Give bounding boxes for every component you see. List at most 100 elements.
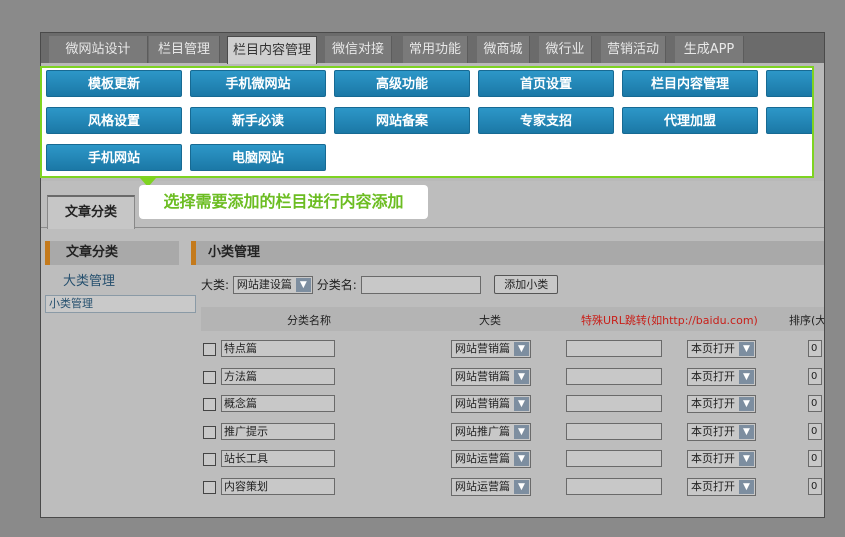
menu-btn-advanced[interactable]: 高级功能 xyxy=(334,70,470,97)
row-open-value: 本页打开 xyxy=(691,369,735,383)
subtab-article-category[interactable]: 文章分类 xyxy=(47,195,135,229)
panel-title: 小类管理 xyxy=(191,241,824,265)
row-url-input[interactable] xyxy=(566,477,662,495)
row-category-value: 网站推广篇 xyxy=(455,424,510,438)
menu-btn-truncated-2[interactable]: 第 xyxy=(766,107,812,134)
row-name-input[interactable]: 站长工具 xyxy=(221,450,335,467)
category-select-value: 网站建设篇 xyxy=(236,277,292,291)
table-body: 特点篇 网站营销篇 ▼ 本页打开 ▼ 0 方法篇 网站营销篇 ▼ 本页打开 ▼ 0 概念 xyxy=(201,335,824,500)
row-name-input[interactable]: 推广提示 xyxy=(221,422,335,440)
category-label: 大类: xyxy=(201,278,230,292)
row-category-select[interactable]: 网站运营篇 ▼ xyxy=(451,477,531,496)
add-subcategory-button[interactable]: 添加小类 xyxy=(494,275,559,294)
row-name-input[interactable]: 概念篇 xyxy=(221,395,335,412)
tab-marketing[interactable]: 营销活动 xyxy=(601,36,666,63)
row-url-input[interactable] xyxy=(566,340,662,357)
sidebar-item-minor[interactable]: 小类管理 xyxy=(45,295,196,313)
col-header-category: 大类 xyxy=(479,314,501,327)
subname-input[interactable] xyxy=(360,275,481,294)
row-open-select[interactable]: 本页打开 ▼ xyxy=(687,477,756,496)
row-open-select[interactable]: 本页打开 ▼ xyxy=(687,395,756,413)
row-sort-input[interactable]: 0 xyxy=(808,367,822,385)
col-header-sort: 排序(大 xyxy=(789,314,825,327)
chevron-down-icon: ▼ xyxy=(739,479,754,494)
menu-btn-pc-site[interactable]: 电脑网站 xyxy=(190,144,326,171)
top-nav: 微网站设计 栏目管理 栏目内容管理 微信对接 常用功能 微商城 微行业 营销活动… xyxy=(41,33,824,64)
chevron-down-icon: ▼ xyxy=(739,452,754,466)
tab-wap-design[interactable]: 微网站设计 xyxy=(49,36,148,63)
row-open-select[interactable]: 本页打开 ▼ xyxy=(687,450,756,468)
menu-btn-column-content[interactable]: 栏目内容管理 xyxy=(622,70,758,97)
row-open-value: 本页打开 xyxy=(691,397,735,410)
row-category-value: 网站运营篇 xyxy=(455,452,510,465)
row-name-input[interactable]: 特点篇 xyxy=(221,340,335,357)
chevron-down-icon: ▼ xyxy=(739,424,754,439)
menu-btn-expert-tips[interactable]: 专家支招 xyxy=(478,107,614,134)
table-row: 推广提示 网站推广篇 ▼ 本页打开 ▼ 0 xyxy=(201,418,824,446)
row-category-select[interactable]: 网站营销篇 ▼ xyxy=(451,367,531,386)
menu-btn-style-settings[interactable]: 风格设置 xyxy=(46,107,182,134)
col-header-url: 特殊URL跳转(如http://baidu.com) xyxy=(581,314,758,327)
row-url-input[interactable] xyxy=(566,450,662,467)
row-open-select[interactable]: 本页打开 ▼ xyxy=(687,422,756,441)
row-category-value: 网站运营篇 xyxy=(455,479,510,493)
chevron-down-icon: ▼ xyxy=(514,479,529,494)
chevron-down-icon: ▼ xyxy=(514,424,529,439)
row-sort-input[interactable]: 0 xyxy=(808,477,822,495)
menu-btn-home-settings[interactable]: 首页设置 xyxy=(478,70,614,97)
sidebar-item-major[interactable]: 大类管理 xyxy=(45,269,179,295)
row-sort-input[interactable]: 0 xyxy=(808,450,822,467)
row-url-input[interactable] xyxy=(566,422,662,440)
tab-wechat[interactable]: 微信对接 xyxy=(325,36,392,63)
menu-btn-beginner[interactable]: 新手必读 xyxy=(190,107,326,134)
row-category-select[interactable]: 网站推广篇 ▼ xyxy=(451,422,531,441)
col-header-name: 分类名称 xyxy=(287,314,331,327)
sidebar-header: 文章分类 xyxy=(45,241,179,265)
row-checkbox[interactable] xyxy=(203,343,216,356)
row-category-select[interactable]: 网站运营篇 ▼ xyxy=(451,450,531,468)
row-category-value: 网站营销篇 xyxy=(455,397,510,410)
row-checkbox[interactable] xyxy=(203,453,216,466)
row-url-input[interactable] xyxy=(566,367,662,385)
tab-column-content[interactable]: 栏目内容管理 xyxy=(227,36,317,64)
row-sort-input[interactable]: 0 xyxy=(808,395,822,412)
chevron-down-icon: ▼ xyxy=(739,369,754,384)
tab-industry[interactable]: 微行业 xyxy=(539,36,592,63)
column-menu-panel: 模板更新 手机微网站 高级功能 首页设置 栏目内容管理 栏 风格设置 新手必读 … xyxy=(40,66,814,178)
row-open-select[interactable]: 本页打开 ▼ xyxy=(687,367,756,386)
menu-btn-mobile-wap[interactable]: 手机微网站 xyxy=(190,70,326,97)
menu-btn-agent[interactable]: 代理加盟 xyxy=(622,107,758,134)
table-row: 方法篇 网站营销篇 ▼ 本页打开 ▼ 0 xyxy=(201,363,824,391)
chevron-down-icon: ▼ xyxy=(514,397,529,411)
row-checkbox[interactable] xyxy=(203,480,216,494)
row-category-value: 网站营销篇 xyxy=(455,369,510,383)
row-category-select[interactable]: 网站营销篇 ▼ xyxy=(451,340,531,358)
tab-app[interactable]: 生成APP xyxy=(675,36,744,63)
row-open-value: 本页打开 xyxy=(691,342,735,355)
row-checkbox[interactable] xyxy=(203,370,216,384)
chevron-down-icon: ▼ xyxy=(514,369,529,384)
chevron-down-icon: ▼ xyxy=(739,342,754,356)
menu-btn-icp[interactable]: 网站备案 xyxy=(334,107,470,134)
row-checkbox[interactable] xyxy=(203,425,216,439)
row-name-input[interactable]: 方法篇 xyxy=(221,367,335,385)
filter-bar: 大类: 网站建设篇 ▼ 分类名: 添加小类 xyxy=(201,275,559,294)
row-checkbox[interactable] xyxy=(203,398,216,411)
menu-btn-truncated-1[interactable]: 栏 xyxy=(766,70,812,97)
table-row: 站长工具 网站运营篇 ▼ 本页打开 ▼ 0 xyxy=(201,445,824,473)
row-category-value: 网站营销篇 xyxy=(455,342,510,355)
tab-mall[interactable]: 微商城 xyxy=(477,36,530,63)
menu-btn-template-update[interactable]: 模板更新 xyxy=(46,70,182,97)
row-open-select[interactable]: 本页打开 ▼ xyxy=(687,340,756,358)
tab-common[interactable]: 常用功能 xyxy=(403,36,468,63)
menu-btn-mobile-site[interactable]: 手机网站 xyxy=(46,144,182,171)
row-sort-input[interactable]: 0 xyxy=(808,422,822,440)
row-name-input[interactable]: 内容策划 xyxy=(221,477,335,495)
row-open-value: 本页打开 xyxy=(691,452,735,465)
tab-column-manage[interactable]: 栏目管理 xyxy=(149,36,220,63)
row-sort-input[interactable]: 0 xyxy=(808,340,822,357)
row-url-input[interactable] xyxy=(566,395,662,412)
row-category-select[interactable]: 网站营销篇 ▼ xyxy=(451,395,531,413)
category-select[interactable]: 网站建设篇 ▼ xyxy=(232,275,313,294)
subname-label: 分类名: xyxy=(316,278,357,292)
